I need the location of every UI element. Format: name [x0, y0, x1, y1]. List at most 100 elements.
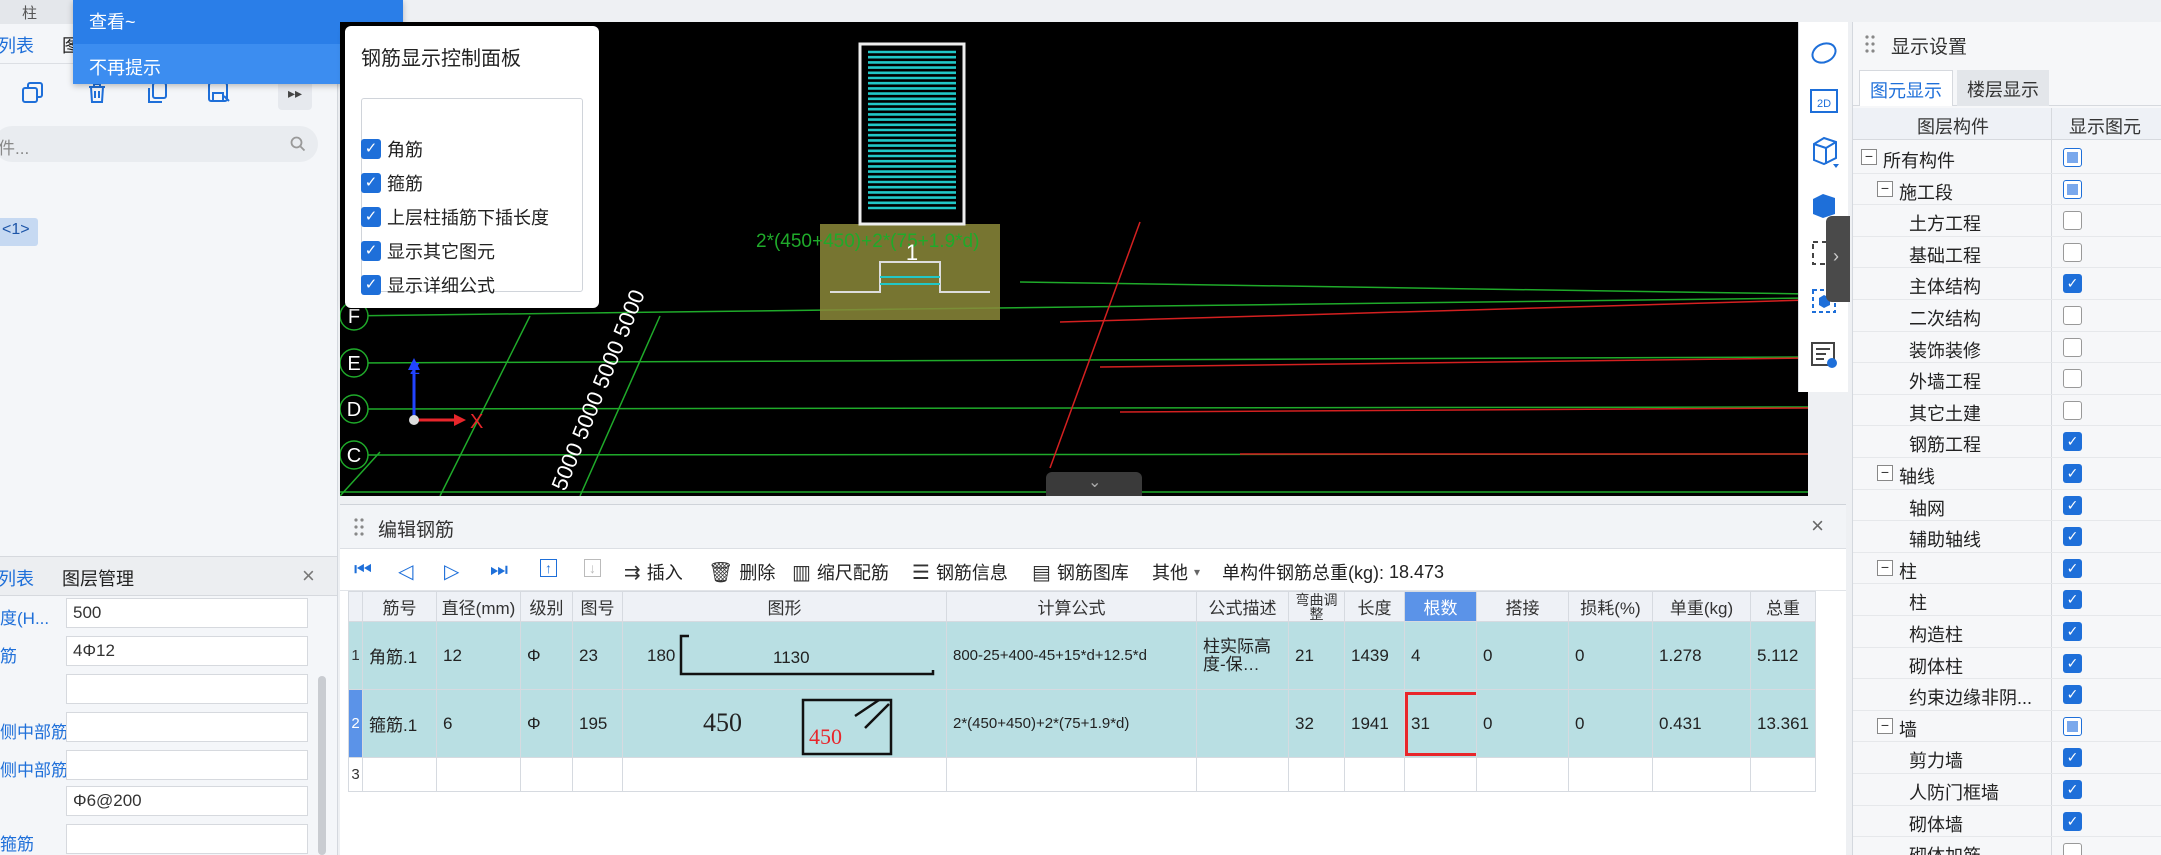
- cell-total-weight[interactable]: 5.112: [1750, 621, 1816, 690]
- cell-unit-weight[interactable]: 1.278: [1652, 621, 1751, 690]
- option-upper-insert-length[interactable]: ✓ 上层柱插筋下插长度: [361, 204, 549, 230]
- layer-tree-row[interactable]: 砌体柱 ✓: [1853, 648, 2161, 680]
- collapse-toggle-icon[interactable]: −: [1877, 180, 1893, 197]
- cell-formula[interactable]: 2*(450+450)+2*(75+1.9*d): [946, 689, 1197, 758]
- prop-value[interactable]: 500: [66, 598, 308, 628]
- cell-loss[interactable]: 0: [1568, 689, 1653, 758]
- prop-value[interactable]: [66, 824, 308, 854]
- cell-shape[interactable]: 180 1130: [622, 621, 947, 690]
- empty-cell[interactable]: [946, 757, 1197, 792]
- cell-grade[interactable]: Φ: [520, 689, 573, 758]
- last-record-icon[interactable]: ⏭: [490, 559, 514, 582]
- property-scrollbar[interactable]: [318, 676, 326, 855]
- view-2d-icon[interactable]: 2D: [1807, 84, 1841, 118]
- layer-tree-row[interactable]: 外墙工程: [1853, 363, 2161, 395]
- layer-tree-row[interactable]: 基础工程: [1853, 237, 2161, 269]
- empty-cell[interactable]: [1196, 757, 1289, 792]
- collapse-bottom-handle[interactable]: ⌄: [1046, 472, 1142, 496]
- prop-value[interactable]: [66, 674, 308, 704]
- previous-record-icon[interactable]: ◁: [398, 559, 419, 584]
- checkbox-checked-icon[interactable]: ✓: [361, 241, 381, 261]
- layer-tree-row[interactable]: 轴网 ✓: [1853, 490, 2161, 522]
- checkbox-unchecked-icon[interactable]: [2063, 306, 2082, 325]
- checkbox-checked-icon[interactable]: ✓: [2063, 780, 2082, 799]
- table-row[interactable]: 2 箍筋.1 6 Φ 195 450 450 2*(450+450)+2*(75…: [348, 689, 1816, 758]
- prop-value[interactable]: Φ6@200: [66, 786, 308, 816]
- collapse-right-handle[interactable]: ›: [1826, 216, 1850, 302]
- empty-cell[interactable]: [436, 757, 521, 792]
- layer-tree-row[interactable]: 辅助轴线 ✓: [1853, 521, 2161, 553]
- checkbox-checked-icon[interactable]: ✓: [361, 207, 381, 227]
- close-icon[interactable]: ×: [1811, 513, 1824, 539]
- row-number[interactable]: 2: [348, 689, 363, 758]
- column-header-count[interactable]: 根数: [1404, 591, 1477, 622]
- checkbox-checked-icon[interactable]: ✓: [2063, 685, 2082, 705]
- tab-property-list[interactable]: 列表: [0, 565, 34, 591]
- layer-tree-row[interactable]: 砌体加筋: [1853, 837, 2161, 855]
- checkbox-unchecked-icon[interactable]: [2063, 400, 2082, 420]
- option-corner-rebar[interactable]: ✓ 角筋: [361, 136, 423, 162]
- cell-lap[interactable]: 0: [1476, 689, 1569, 758]
- empty-cell[interactable]: [1344, 757, 1405, 792]
- cell-total-weight[interactable]: 13.361: [1750, 689, 1816, 758]
- move-up-icon[interactable]: ↑: [540, 559, 563, 577]
- checkbox-unchecked-icon[interactable]: [2063, 211, 2082, 231]
- table-row[interactable]: 3: [348, 757, 1816, 792]
- checkbox-checked-icon[interactable]: ✓: [2063, 495, 2082, 515]
- column-header[interactable]: 直径(mm): [436, 591, 521, 622]
- option-show-formula[interactable]: ✓ 显示详细公式: [361, 272, 495, 298]
- cell-loss[interactable]: 0: [1568, 621, 1653, 690]
- column-header[interactable]: 损耗(%): [1568, 591, 1653, 622]
- cell-figure-no[interactable]: 23: [572, 621, 623, 690]
- column-header[interactable]: 搭接: [1476, 591, 1569, 622]
- column-header[interactable]: 公式描述: [1196, 591, 1289, 622]
- empty-cell[interactable]: [1568, 757, 1653, 792]
- empty-cell[interactable]: [1750, 757, 1816, 792]
- orbit-icon[interactable]: [1807, 36, 1841, 70]
- layer-tree-row[interactable]: 砌体墙 ✓: [1853, 806, 2161, 838]
- prop-value[interactable]: [66, 750, 308, 780]
- rebar-info-button[interactable]: ☰ 钢筋信息: [912, 559, 1008, 585]
- tab-element-display[interactable]: 图元显示: [1859, 70, 1953, 106]
- collapse-toggle-icon[interactable]: −: [1861, 149, 1877, 165]
- checkbox-unchecked-icon[interactable]: [2063, 843, 2082, 855]
- layer-tree-row[interactable]: 其它土建: [1853, 395, 2161, 427]
- cell-count[interactable]: 4: [1404, 621, 1477, 690]
- component-tag[interactable]: <1>: [0, 218, 38, 246]
- row-number[interactable]: 3: [348, 757, 363, 792]
- layer-tree-row[interactable]: 装饰装修: [1853, 332, 2161, 364]
- checkbox-unchecked-icon[interactable]: [2063, 242, 2082, 262]
- checkbox-checked-icon[interactable]: ✓: [2063, 464, 2082, 483]
- layer-tree-row[interactable]: 约束边缘非阴... ✓: [1853, 679, 2161, 711]
- column-header[interactable]: 筋号: [362, 591, 437, 622]
- column-header[interactable]: 级别: [520, 591, 573, 622]
- next-record-icon[interactable]: ▷: [444, 559, 465, 584]
- copy-icon[interactable]: [16, 76, 50, 110]
- empty-cell[interactable]: [1652, 757, 1751, 792]
- layer-tree-row[interactable]: 主体结构 ✓: [1853, 268, 2161, 300]
- properties-view-icon[interactable]: [1807, 338, 1841, 372]
- cell-length[interactable]: 1941: [1344, 689, 1405, 758]
- view-3d-icon[interactable]: [1807, 134, 1841, 168]
- layer-tree-row[interactable]: − 轴线 ✓: [1853, 458, 2161, 490]
- cell-diameter[interactable]: 6: [436, 689, 521, 758]
- column-header[interactable]: 总重: [1750, 591, 1816, 622]
- layer-tree-row[interactable]: 剪力墙 ✓: [1853, 742, 2161, 774]
- column-header[interactable]: 长度: [1344, 591, 1405, 622]
- cell-formula[interactable]: 800-25+400-45+15*d+12.5*d: [946, 621, 1197, 690]
- cell-description[interactable]: [1196, 689, 1289, 758]
- column-header[interactable]: 弯曲调整: [1288, 591, 1345, 622]
- checkbox-checked-icon[interactable]: ✓: [2063, 811, 2082, 831]
- cell-diameter[interactable]: 12: [436, 621, 521, 690]
- checkbox-checked-icon[interactable]: ✓: [2063, 653, 2082, 673]
- layer-tree-row[interactable]: − 墙: [1853, 711, 2161, 743]
- option-stirrup[interactable]: ✓ 箍筋: [361, 170, 423, 196]
- other-dropdown[interactable]: 其他 ▾: [1152, 559, 1200, 585]
- layer-tree-row[interactable]: − 柱 ✓: [1853, 553, 2161, 585]
- empty-cell[interactable]: [572, 757, 623, 792]
- cell-shape[interactable]: 450 450: [622, 689, 947, 758]
- scale-rebar-button[interactable]: ▥ 缩尺配筋: [792, 559, 889, 585]
- drag-handle-icon[interactable]: [1865, 34, 1875, 54]
- search-input[interactable]: 件...: [0, 126, 318, 162]
- cell-length[interactable]: 1439: [1344, 621, 1405, 690]
